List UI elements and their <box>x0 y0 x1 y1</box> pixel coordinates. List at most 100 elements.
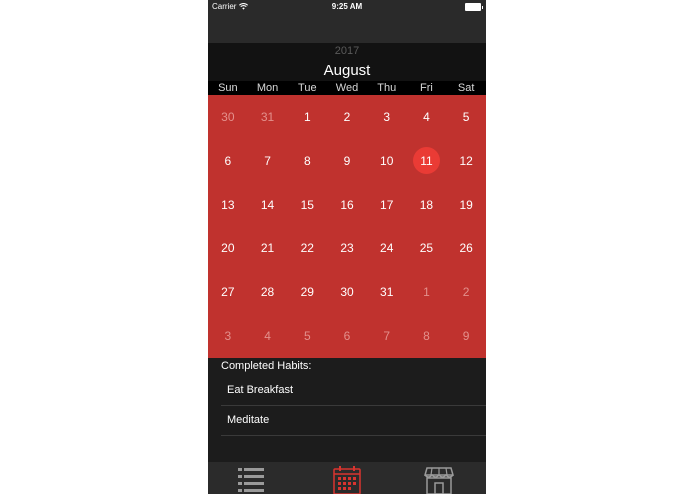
calendar-icon <box>333 466 361 494</box>
day-number: 3 <box>224 329 232 344</box>
day-cell[interactable]: 4 <box>407 95 447 139</box>
habit-item[interactable]: Meditate <box>221 405 486 436</box>
day-cell[interactable]: 29 <box>287 270 327 314</box>
day-number: 8 <box>303 153 311 168</box>
day-number: 20 <box>221 241 235 256</box>
day-cell[interactable]: 7 <box>248 139 288 183</box>
day-cell[interactable]: 8 <box>287 139 327 183</box>
day-cell[interactable]: 17 <box>367 183 407 227</box>
day-cell[interactable]: 15 <box>287 183 327 227</box>
day-number: 5 <box>303 329 311 344</box>
weekday-header-row: Sun Mon Tue Wed Thu Fri Sat <box>208 81 486 95</box>
weekday-thu: Thu <box>377 82 397 94</box>
day-cell[interactable]: 1 <box>287 95 327 139</box>
day-cell[interactable]: 25 <box>407 226 447 270</box>
day-number: 15 <box>300 197 314 212</box>
day-cell[interactable]: 2 <box>446 270 486 314</box>
phone-screen: Carrier 9:25 AM 2017 August Sun Mon Tue … <box>208 0 486 494</box>
day-cell[interactable]: 19 <box>446 183 486 227</box>
day-cell[interactable]: 2 <box>327 95 367 139</box>
day-number: 12 <box>459 153 473 168</box>
day-cell[interactable]: 1 <box>407 270 447 314</box>
day-cell[interactable]: 27 <box>208 270 248 314</box>
day-number: 9 <box>343 153 351 168</box>
day-number: 17 <box>380 197 394 212</box>
day-number: 2 <box>462 285 470 300</box>
day-cell[interactable]: 24 <box>367 226 407 270</box>
day-cell[interactable]: 31 <box>248 95 288 139</box>
day-cell[interactable]: 5 <box>446 95 486 139</box>
day-number: 24 <box>380 241 394 256</box>
calendar-grid: 30 31 1 2 3 4 5 6 7 8 9 10 11 12 13 14 1… <box>208 95 486 358</box>
day-number: 4 <box>264 329 271 344</box>
day-number: 26 <box>459 241 473 256</box>
day-cell[interactable]: 8 <box>407 314 447 358</box>
tab-store[interactable] <box>422 465 462 494</box>
day-number: 8 <box>423 329 430 344</box>
day-number: 4 <box>423 109 430 124</box>
day-cell[interactable]: 13 <box>208 183 248 227</box>
day-cell[interactable]: 21 <box>248 226 288 270</box>
day-cell[interactable]: 3 <box>367 95 407 139</box>
day-number: 31 <box>260 109 275 124</box>
day-number: 28 <box>260 285 275 300</box>
habit-item-label: Eat Breakfast <box>227 384 294 396</box>
day-cell[interactable]: 23 <box>327 226 367 270</box>
day-number: 19 <box>459 197 473 212</box>
day-cell[interactable]: 12 <box>446 139 486 183</box>
store-icon <box>424 467 454 494</box>
selected-day-number: 11 <box>412 147 440 175</box>
day-number: 16 <box>340 197 354 212</box>
day-number: 21 <box>260 241 275 256</box>
day-cell[interactable]: 22 <box>287 226 327 270</box>
day-cell[interactable]: 6 <box>208 139 248 183</box>
day-cell[interactable]: 31 <box>367 270 407 314</box>
day-number: 29 <box>300 285 314 300</box>
weekday-mon: Mon <box>256 82 279 94</box>
day-cell[interactable]: 7 <box>367 314 407 358</box>
completed-habits-title: Completed Habits: <box>221 360 312 372</box>
year-label[interactable]: 2017 <box>208 45 486 57</box>
day-cell-selected[interactable]: 11 <box>407 139 447 183</box>
day-number: 5 <box>462 109 470 124</box>
day-number: 7 <box>264 153 271 168</box>
day-number: 14 <box>260 197 275 212</box>
day-number: 18 <box>419 197 434 212</box>
day-number: 9 <box>462 329 470 344</box>
day-number: 2 <box>343 109 351 124</box>
weekday-fri: Fri <box>420 82 433 94</box>
day-cell[interactable]: 26 <box>446 226 486 270</box>
weekday-sat: Sat <box>457 82 475 94</box>
day-cell[interactable]: 4 <box>248 314 288 358</box>
weekday-wed: Wed <box>335 82 359 94</box>
day-cell[interactable]: 3 <box>208 314 248 358</box>
tab-bar <box>208 462 486 494</box>
list-icon <box>238 468 264 492</box>
day-cell[interactable]: 9 <box>327 139 367 183</box>
day-cell[interactable]: 30 <box>327 270 367 314</box>
status-time: 9:25 AM <box>331 2 363 11</box>
habit-item[interactable]: Eat Breakfast <box>221 375 486 406</box>
day-cell[interactable]: 9 <box>446 314 486 358</box>
calendar-header: 2017 August <box>208 43 486 81</box>
day-cell[interactable]: 10 <box>367 139 407 183</box>
navigation-bar <box>208 14 486 43</box>
day-cell[interactable]: 20 <box>208 226 248 270</box>
tab-list[interactable] <box>234 465 274 494</box>
day-number: 23 <box>340 241 354 256</box>
day-cell[interactable]: 6 <box>327 314 367 358</box>
day-number: 25 <box>419 241 434 256</box>
day-cell[interactable]: 5 <box>287 314 327 358</box>
day-cell[interactable]: 30 <box>208 95 248 139</box>
month-label[interactable]: August <box>208 62 486 79</box>
day-cell[interactable]: 14 <box>248 183 288 227</box>
day-number: 1 <box>423 285 430 300</box>
day-cell[interactable]: 18 <box>407 183 447 227</box>
day-cell[interactable]: 16 <box>327 183 367 227</box>
day-number: 27 <box>221 285 235 300</box>
day-number: 31 <box>380 285 394 300</box>
tab-calendar[interactable] <box>330 465 370 494</box>
day-cell[interactable]: 28 <box>248 270 288 314</box>
day-number: 3 <box>383 109 391 124</box>
habit-item-label: Meditate <box>227 414 270 426</box>
